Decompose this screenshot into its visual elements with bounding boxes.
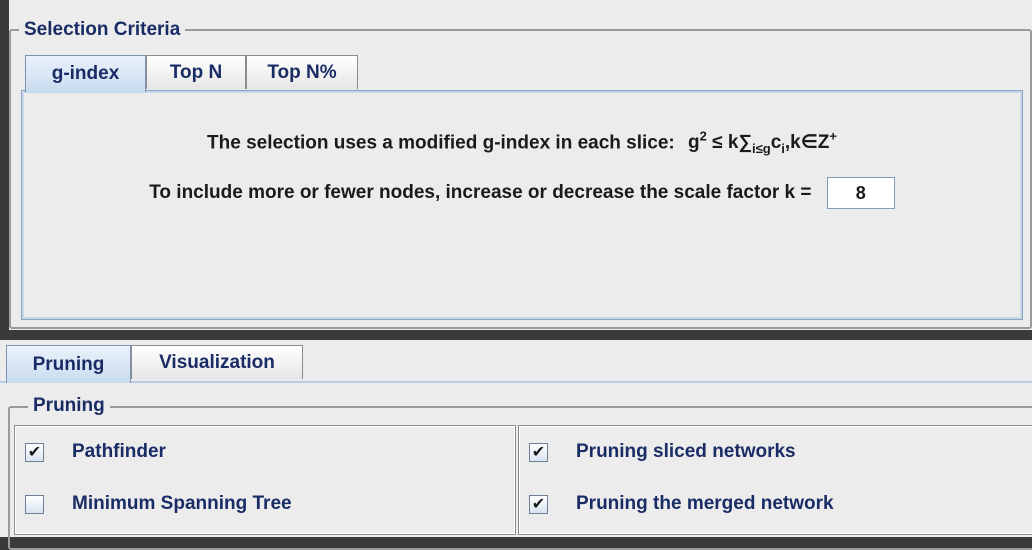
pruning-right-options: ✔ Pruning sliced networks ✔ Pruning the …: [518, 425, 1032, 535]
pruning-sliced-label: Pruning sliced networks: [576, 441, 796, 462]
pruning-merged-option[interactable]: ✔ Pruning the merged network: [529, 493, 834, 515]
pruning-sliced-option[interactable]: ✔ Pruning sliced networks: [529, 441, 796, 463]
pruning-sliced-checkbox[interactable]: ✔: [529, 442, 548, 462]
pruning-merged-checkbox[interactable]: ✔: [529, 494, 548, 514]
pathfinder-label: Pathfinder: [72, 441, 166, 462]
mst-option[interactable]: Minimum Spanning Tree: [25, 493, 292, 515]
mst-checkbox[interactable]: [25, 494, 44, 514]
tab-pruning[interactable]: Pruning: [6, 345, 131, 383]
g-index-pane: The selection uses a modified g-index in…: [21, 90, 1023, 320]
description-line: The selection uses a modified g-index in…: [22, 129, 1022, 156]
checkmark-icon: ✔: [27, 444, 42, 461]
selection-criteria-title: Selection Criteria: [19, 19, 186, 41]
tab-g-index[interactable]: g-index: [25, 55, 146, 92]
mst-label: Minimum Spanning Tree: [72, 493, 292, 514]
pruning-title: Pruning: [28, 395, 110, 417]
pathfinder-option[interactable]: ✔ Pathfinder: [25, 441, 166, 463]
scale-factor-input[interactable]: [826, 177, 895, 209]
pruning-merged-label: Pruning the merged network: [576, 493, 834, 514]
pruning-left-options: ✔ Pathfinder Minimum Spanning Tree: [14, 425, 516, 535]
tab-top-n-percent[interactable]: Top N%: [246, 55, 358, 89]
description-text: The selection uses a modified g-index in…: [207, 132, 675, 154]
checkmark-icon: ✔: [531, 444, 546, 461]
scale-factor-label: To include more or fewer nodes, increase…: [149, 182, 812, 204]
tab-top-n[interactable]: Top N: [146, 55, 246, 89]
tab-visualization[interactable]: Visualization: [131, 345, 303, 379]
pathfinder-checkbox[interactable]: ✔: [25, 442, 44, 462]
checkmark-icon: ✔: [531, 496, 546, 513]
scale-factor-line: To include more or fewer nodes, increase…: [22, 177, 1022, 209]
selection-criteria-panel: Selection Criteria g-index Top N Top N% …: [9, 0, 1032, 330]
tab-underline: [0, 381, 1032, 383]
pruning-panel: Pruning Visualization Pruning ✔ Pathfind…: [0, 340, 1032, 550]
g-index-formula: g2 ≤ k∑i≤gci,k∈Z+: [688, 129, 837, 157]
